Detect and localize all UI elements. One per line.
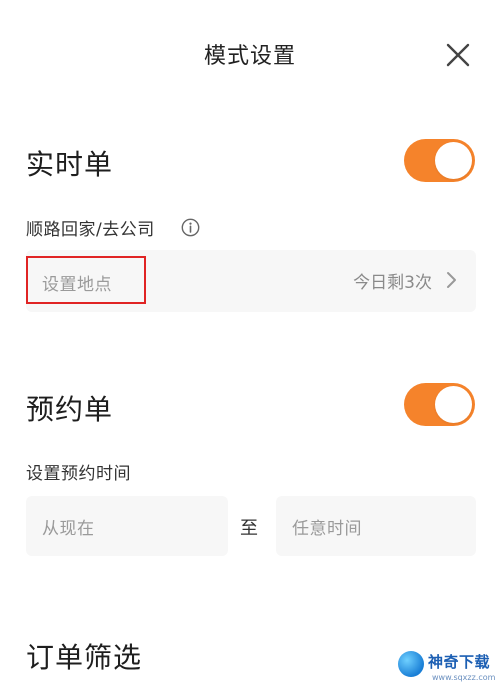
logo-icon (398, 651, 424, 677)
reservation-time-label: 设置预约时间 (26, 464, 131, 484)
end-time-placeholder: 任意时间 (292, 519, 362, 539)
watermark-name: 神奇下载 (428, 653, 491, 671)
watermark-logo: 神奇下载 www.sqxzz.com (394, 645, 500, 692)
realtime-toggle[interactable] (404, 139, 475, 182)
header: 模式设置 (0, 0, 500, 108)
chevron-right-icon (447, 272, 456, 288)
watermark-url: www.sqxzz.com (432, 673, 496, 682)
reservation-title: 预约单 (26, 393, 114, 426)
remaining-count: 今日剩3次 (353, 273, 432, 293)
realtime-title: 实时单 (26, 148, 114, 181)
mode-settings-page: 模式设置 实时单 顺路回家/去公司 设置地点 今日剩3次 预约单 设置预约时间 … (0, 0, 500, 692)
time-separator: 至 (240, 518, 258, 539)
start-time-field[interactable]: 从现在 (26, 496, 228, 556)
toggle-knob (435, 142, 472, 179)
reservation-toggle[interactable] (404, 383, 475, 426)
page-title: 模式设置 (203, 44, 296, 69)
location-row[interactable]: 设置地点 今日剩3次 (26, 250, 476, 312)
close-button[interactable] (441, 38, 475, 72)
toggle-knob (435, 386, 472, 423)
commute-label: 顺路回家/去公司 (26, 220, 155, 240)
start-time-placeholder: 从现在 (42, 519, 95, 539)
location-placeholder: 设置地点 (42, 275, 112, 295)
filter-title: 订单筛选 (26, 641, 143, 674)
close-icon (446, 43, 470, 67)
location-input[interactable]: 设置地点 (26, 256, 146, 304)
info-icon[interactable] (181, 218, 200, 237)
end-time-field[interactable]: 任意时间 (276, 496, 476, 556)
